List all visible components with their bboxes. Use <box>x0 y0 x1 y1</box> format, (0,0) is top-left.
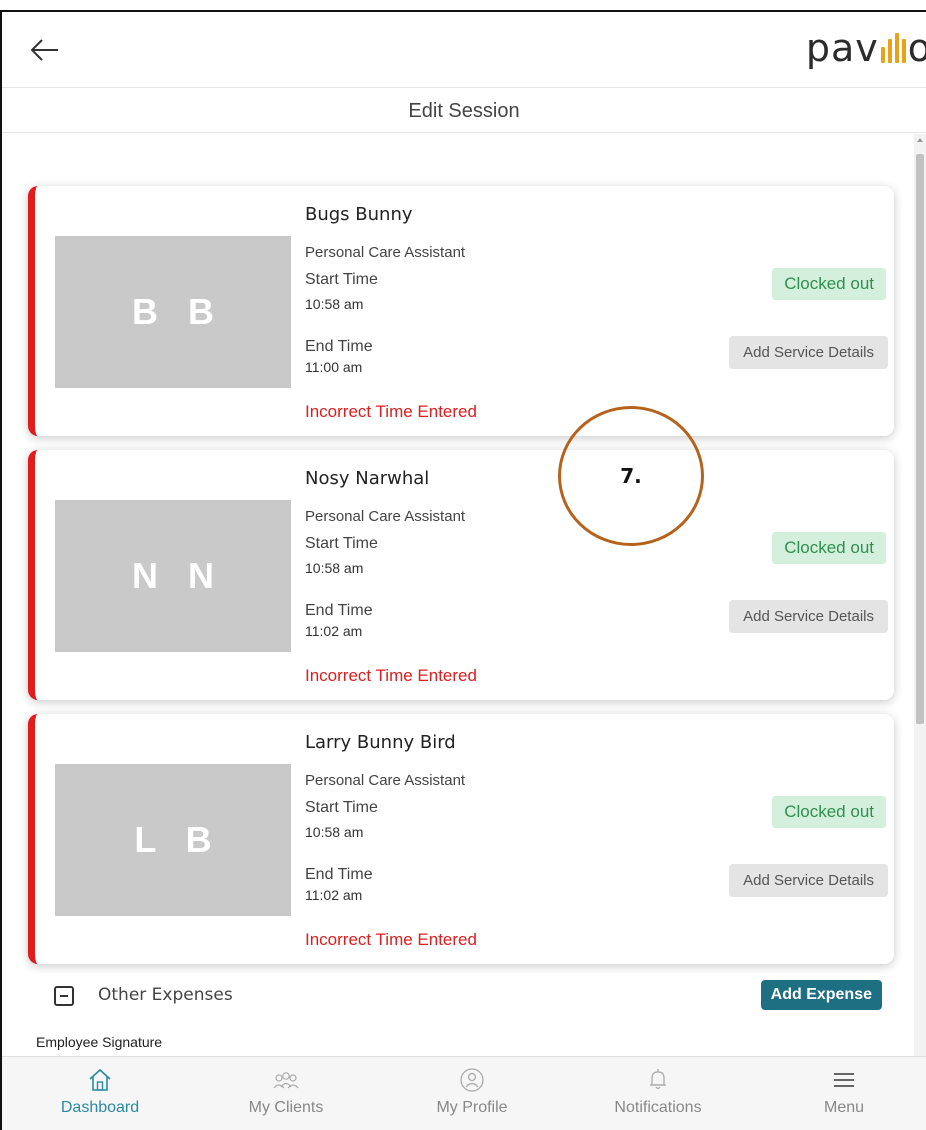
client-name: Nosy Narwhal <box>305 468 430 489</box>
logo-mark-icon <box>880 33 906 63</box>
add-service-details-button[interactable]: Add Service Details <box>729 336 888 369</box>
add-service-details-button[interactable]: Add Service Details <box>729 600 888 633</box>
nav-label: My Profile <box>436 1099 508 1116</box>
end-time-value: 11:00 am <box>305 359 363 375</box>
session-card[interactable]: B B Bugs Bunny Personal Care Assistant S… <box>28 186 894 436</box>
brand-logo: pav o <box>806 26 926 70</box>
error-message: Incorrect Time Entered <box>305 402 477 421</box>
home-icon <box>89 1068 111 1091</box>
status-badge: Clocked out <box>772 532 886 564</box>
error-message: Incorrect Time Entered <box>305 666 477 685</box>
nav-label: Notifications <box>614 1099 702 1116</box>
scroll-up-icon[interactable] <box>917 138 923 142</box>
start-time-label: Start Time <box>305 271 378 288</box>
employee-signature-label: Employee Signature <box>36 1034 163 1050</box>
session-card[interactable]: L B Larry Bunny Bird Personal Care Assis… <box>28 714 894 964</box>
nav-my-profile[interactable]: My Profile <box>392 1063 552 1129</box>
end-time-label: End Time <box>305 338 373 355</box>
other-expenses-label: Other Expenses <box>98 985 233 1005</box>
avatar: N N <box>55 500 291 652</box>
error-message: Incorrect Time Entered <box>305 930 477 949</box>
nav-my-clients[interactable]: My Clients <box>206 1063 366 1129</box>
hamburger-icon <box>834 1073 854 1087</box>
nav-label: Dashboard <box>60 1099 140 1116</box>
nav-notifications[interactable]: Notifications <box>578 1063 738 1129</box>
end-time-label: End Time <box>305 866 373 883</box>
status-badge: Clocked out <box>772 796 886 828</box>
vertical-scrollbar[interactable] <box>914 134 926 1064</box>
start-time-label: Start Time <box>305 799 378 816</box>
logo-text-right: o <box>908 26 926 70</box>
session-card[interactable]: N N Nosy Narwhal Personal Care Assistant… <box>28 450 894 700</box>
start-time-value: 10:58 am <box>305 560 364 576</box>
back-arrow-icon[interactable] <box>24 30 64 70</box>
nav-menu[interactable]: Menu <box>764 1063 924 1129</box>
client-role: Personal Care Assistant <box>305 772 466 789</box>
end-time-value: 11:02 am <box>305 887 363 903</box>
status-badge: Clocked out <box>772 268 886 300</box>
end-time-value: 11:02 am <box>305 623 363 639</box>
app-frame: pav o Edit Session B B Bugs Bunny Person… <box>0 10 926 1130</box>
scroll-thumb[interactable] <box>916 154 924 724</box>
bell-icon <box>650 1069 666 1090</box>
logo-text-left: pav <box>805 26 879 70</box>
add-service-details-button[interactable]: Add Service Details <box>729 864 888 897</box>
page-title: Edit Session <box>2 89 926 133</box>
start-time-value: 10:58 am <box>305 296 364 312</box>
start-time-value: 10:58 am <box>305 824 364 840</box>
session-list: B B Bugs Bunny Personal Care Assistant S… <box>2 134 926 1066</box>
end-time-label: End Time <box>305 602 373 619</box>
avatar: L B <box>55 764 291 916</box>
client-name: Larry Bunny Bird <box>305 732 456 753</box>
nav-label: My Clients <box>248 1099 324 1116</box>
top-bar: pav o <box>2 12 926 88</box>
other-expenses-section: Other Expenses Add Expense <box>2 974 926 1022</box>
clients-icon <box>273 1072 299 1089</box>
start-time-label: Start Time <box>305 535 378 552</box>
nav-label: Menu <box>823 1099 865 1116</box>
nav-dashboard[interactable]: Dashboard <box>20 1063 180 1129</box>
add-expense-button[interactable]: Add Expense <box>760 980 882 1010</box>
profile-icon <box>460 1068 484 1092</box>
avatar: B B <box>55 236 291 388</box>
cropped-caption: ​ <box>0 0 926 10</box>
collapse-icon[interactable] <box>54 986 74 1006</box>
client-name: Bugs Bunny <box>305 204 413 225</box>
client-role: Personal Care Assistant <box>305 244 466 261</box>
bottom-navigation: Dashboard My Clients My Profile Notifica… <box>2 1056 926 1130</box>
client-role: Personal Care Assistant <box>305 508 466 525</box>
